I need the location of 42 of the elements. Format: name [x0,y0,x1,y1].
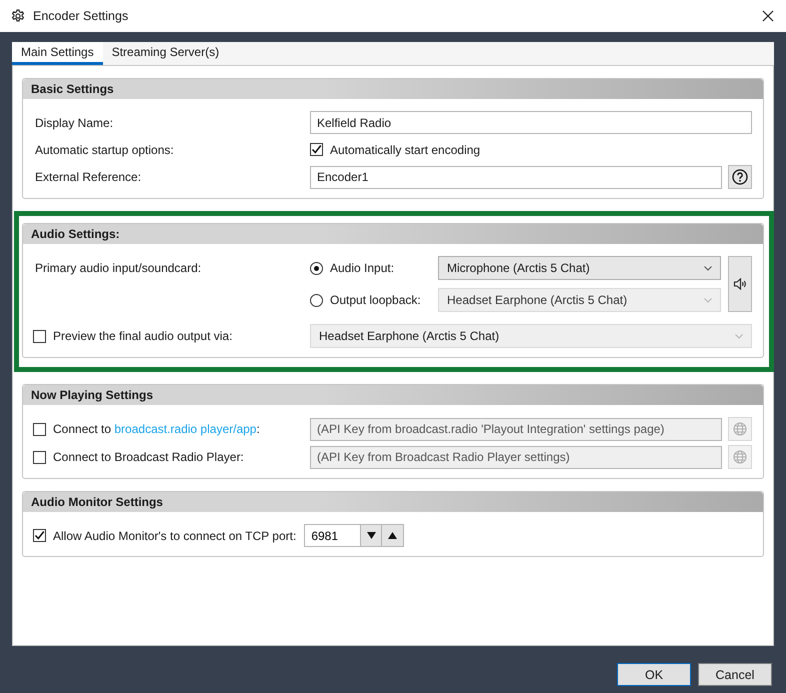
checkbox[interactable] [33,529,46,542]
port-field[interactable]: 6981 [304,524,360,547]
text-field[interactable]: Kelfield Radio [310,111,752,134]
radio-button[interactable] [310,262,323,274]
checkbox[interactable] [310,143,323,156]
help-button[interactable] [728,165,752,189]
up-triangle-icon [388,532,398,539]
group-header: Now Playing Settings [23,385,763,405]
ok-button[interactable]: OK [617,663,691,686]
chevron-icon [735,334,743,338]
tab[interactable]: Streaming Server(s) [102,42,228,65]
chevron-icon [704,298,712,302]
decrement-button[interactable] [360,524,382,547]
window-title: Encoder Settings [33,9,130,23]
device-dropdown[interactable]: Microphone (Arctis 5 Chat) [438,256,721,280]
field-label: Display Name: [34,116,114,130]
group-header: Audio Monitor Settings [23,492,763,512]
checkbox-label: Automatically start encoding [330,142,480,156]
field-label: Automatic startup options: [34,142,175,156]
checkbox-label: Connect to Broadcast Radio Player: [53,450,244,464]
gear-icon [11,9,25,23]
radio-label: Audio Input: [330,261,394,275]
group-header: Basic Settings [23,79,763,99]
checkbox-label: Allow Audio Monitor's to connect on TCP port: [53,528,296,542]
increment-button[interactable] [382,524,404,547]
globe-icon [733,450,747,464]
chevron-icon [704,266,712,270]
field-label: Primary audio input/soundcard: [34,261,202,275]
tab[interactable]: Main Settings [12,42,103,65]
down-triangle-icon [366,532,376,539]
text-field[interactable]: Encoder1 [310,166,722,188]
group-header: Audio Settings: [23,224,763,244]
cancel-button[interactable]: Cancel [698,663,772,686]
speaker-icon [733,277,747,291]
checkbox-label: Connect to broadcast.radio player/app: [53,422,260,436]
help-icon [732,169,748,185]
globe-icon [733,422,747,436]
close-icon[interactable] [762,10,774,22]
field-label: External Reference: [34,170,142,184]
checkbox-label: Preview the final audio output via: [53,329,232,343]
speaker-button[interactable] [728,256,752,312]
radio-label: Output loopback: [330,293,421,307]
